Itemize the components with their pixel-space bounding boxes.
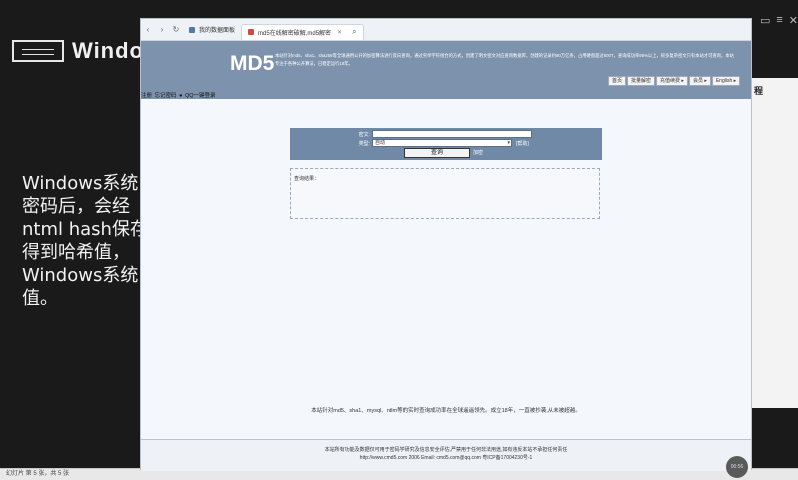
tab-dashboard[interactable]: 我的数据面板 [183, 22, 241, 38]
browser-window: ‹ › ↻ 我的数据面板 md5在线解密破解,md5解密 ✕ ⌕ MD5 本站针… [140, 18, 752, 471]
window-icon[interactable]: ▭ [760, 14, 770, 27]
toolbar-icons: ▭ ≡ ✕ [760, 14, 798, 27]
footer-contact[interactable]: http://www.cmd5.com 2006 Email: cmd5.com… [141, 454, 751, 462]
decrypt-form: 密文: 类型: 自动 ▾ [帮助] 查询 加密 [290, 128, 602, 160]
md5-header: MD5 本站针对md5、sha1、sha256等全球通用公开的加密算法进行反向查… [141, 41, 751, 99]
back-icon[interactable]: ‹ [141, 25, 155, 34]
tab-label: md5在线解密破解,md5解密 [258, 30, 332, 37]
type-select[interactable]: 自动 ▾ [372, 139, 512, 147]
slide-line: ntml hash保存 [22, 219, 142, 240]
windows-logo-icon [12, 40, 64, 62]
qq-icon: ● [179, 93, 183, 99]
result-box: 查询结果： [290, 168, 600, 219]
tab-label: 我的数据面板 [199, 28, 236, 34]
tab-md5[interactable]: md5在线解密破解,md5解密 ✕ ⌕ [241, 23, 364, 40]
button-row: 查询 加密 [290, 148, 602, 158]
promo-text: 本站针对md5、sha1、mysql、ntlm等的实时查询成功率在全球遥遥领先。… [311, 408, 581, 414]
close-icon[interactable]: ✕ [789, 14, 798, 27]
slide-logo-text: Windo [72, 38, 144, 63]
slide-line: Windows系统 [22, 265, 139, 286]
encrypt-link[interactable]: 加密 [473, 149, 483, 156]
nav-member[interactable]: 会员 ▸ [688, 76, 711, 86]
site-icon [248, 29, 255, 35]
slide-line: 得到哈希值， [22, 242, 130, 263]
type-row: 类型: 自动 ▾ [帮助] [290, 139, 602, 148]
type-label: 类型: [358, 141, 370, 147]
refresh-icon[interactable]: ↻ [169, 25, 183, 34]
nav-english[interactable]: English ▸ [711, 76, 741, 86]
forward-icon[interactable]: › [155, 25, 169, 34]
result-label: 查询结果： [294, 176, 320, 182]
md5-logo[interactable]: MD5 [230, 52, 274, 76]
type-select-value: 自动 [375, 140, 386, 146]
forgot-password-link[interactable]: 忘记密码 [155, 93, 177, 99]
right-notes-panel: 程 [752, 78, 798, 408]
nav-recharge[interactable]: 充值续费 ▸ [656, 76, 688, 86]
ciphertext-input[interactable] [372, 130, 532, 138]
ciphertext-label: 密文: [358, 132, 370, 138]
close-tab-icon[interactable]: ✕ [337, 29, 342, 36]
slide-line: Windows系统 [22, 173, 139, 194]
slide-line: 值。 [22, 288, 58, 309]
browser-tab-bar: ‹ › ↻ 我的数据面板 md5在线解密破解,md5解密 ✕ ⌕ [141, 19, 751, 41]
search-icon[interactable]: ⌕ [352, 27, 356, 37]
nav-batch-decrypt[interactable]: 批量解密 [627, 76, 656, 86]
site-footer: 本站所有功能及数据仅可用于密码学研究及信息安全评估,严禁用于任何非法用途,如有违… [141, 439, 751, 471]
nav-home[interactable]: 首页 [608, 76, 627, 86]
right-panel-text: 程 [754, 86, 764, 96]
ciphertext-row: 密文: [290, 130, 602, 139]
footer-disclaimer: 本站所有功能及数据仅可用于密码学研究及信息安全评估,严禁用于任何非法用途,如有违… [324, 447, 568, 453]
slide-body-text: Windows系统 密码后，会经 ntml hash保存 得到哈希值， Wind… [22, 172, 142, 310]
query-button[interactable]: 查询 [404, 148, 470, 158]
site-nav: 首页 批量解密 充值续费 ▸ 会员 ▸ English ▸ [608, 76, 741, 86]
register-link[interactable]: 注册 [141, 93, 152, 99]
help-link[interactable]: [帮助] [516, 140, 529, 147]
slide-counter: 幻灯片 第 5 张，共 5 张 [6, 471, 70, 477]
avatar[interactable]: 00:56 [726, 456, 748, 478]
menu-icon[interactable]: ≡ [776, 14, 782, 27]
qq-login-link[interactable]: QQ一键登录 [185, 93, 216, 99]
slide-line: 密码后，会经 [22, 196, 130, 217]
login-strip: 注册 忘记密码 ● QQ一键登录 [141, 91, 217, 99]
chevron-down-icon: ▾ [507, 140, 510, 146]
site-icon [189, 26, 195, 33]
site-description: 本站针对md5、sha1、sha256等全球通用公开的加密算法进行反向查询，通过… [275, 53, 734, 66]
windows-logo: Windo [12, 38, 144, 64]
